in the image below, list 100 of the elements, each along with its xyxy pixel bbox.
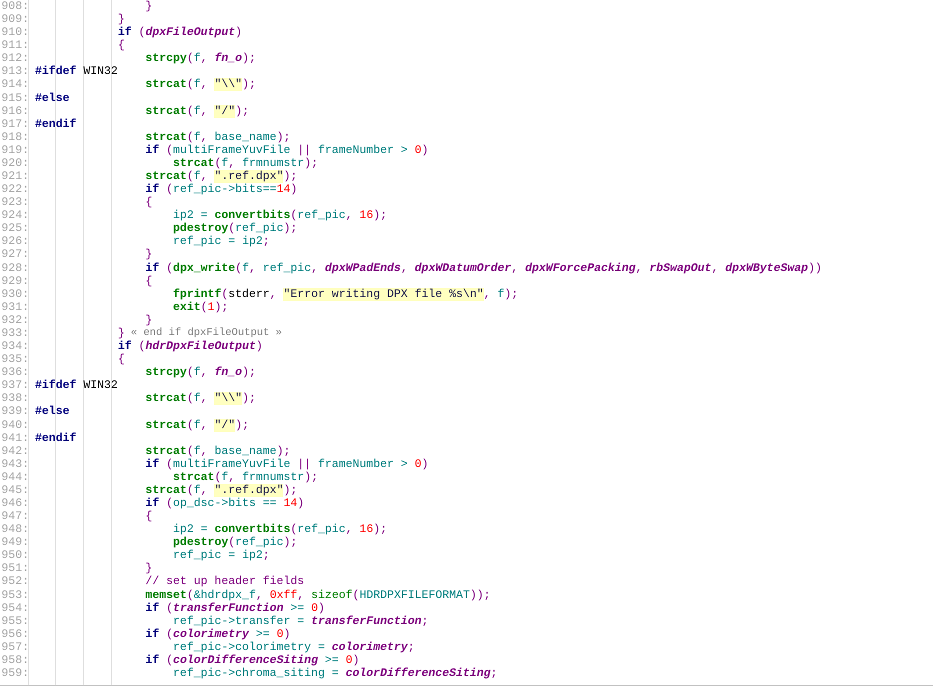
line-number: 938: bbox=[0, 392, 29, 406]
line-number: 912: bbox=[0, 52, 29, 66]
line-number: 922: bbox=[0, 183, 29, 196]
line-number: 919: bbox=[0, 144, 29, 157]
code-line: { bbox=[118, 353, 125, 366]
code-line: if (dpxFileOutput) bbox=[118, 26, 242, 40]
code-line: } bbox=[145, 314, 152, 327]
code-line: #else bbox=[35, 405, 70, 418]
line-number: 913: bbox=[0, 65, 29, 78]
code-line: { bbox=[118, 39, 125, 52]
line-number: 931: bbox=[0, 300, 29, 314]
code-line: if (dpx_write(f, ref_pic, dpxWPadEnds, dpxWDatumOrder, dpxWForcePacking, rbSwapOut, dpxWByteSwap)) bbox=[145, 262, 822, 275]
code-line: if (transferFunction >= 0) bbox=[145, 602, 325, 615]
line-number: 923: bbox=[0, 196, 29, 210]
code-line: strcat(f, frmnumstr); bbox=[173, 156, 318, 170]
line-number: 925: bbox=[0, 222, 29, 236]
line-number: 957: bbox=[0, 640, 29, 654]
fold-annotation: « end if dpxFileOutput » bbox=[130, 326, 282, 340]
line-number: 956: bbox=[0, 628, 29, 641]
line-number: 929: bbox=[0, 274, 29, 288]
line-number: 928: bbox=[0, 262, 29, 275]
line-number: 955: bbox=[0, 614, 29, 628]
line-number: 933: bbox=[0, 326, 29, 340]
line-number: 954: bbox=[0, 602, 29, 615]
line-number: 908: bbox=[0, 0, 29, 14]
code-line: ref_pic = ip2; bbox=[173, 549, 270, 562]
line-number: 950: bbox=[0, 549, 29, 562]
code-line: #ifdef WIN32 bbox=[35, 65, 118, 78]
code-line: #else bbox=[35, 92, 70, 105]
code-line: if (op_dsc->bits == 14) bbox=[145, 496, 304, 510]
code-line: ref_pic->colorimetry = colorimetry; bbox=[173, 640, 415, 654]
code-line: if (colorimetry >= 0) bbox=[145, 628, 290, 641]
line-number: 939: bbox=[0, 405, 29, 418]
code-line: } bbox=[145, 562, 152, 576]
code-line: } bbox=[118, 13, 125, 26]
code-line: } bbox=[145, 248, 152, 262]
line-number: 915: bbox=[0, 92, 29, 105]
line-number: 932: bbox=[0, 314, 29, 327]
line-number: 958: bbox=[0, 654, 29, 667]
line-number: 952: bbox=[0, 575, 29, 589]
code-line: // set up header fields bbox=[145, 575, 304, 589]
code-line: ref_pic = ip2; bbox=[173, 235, 270, 248]
line-number: 937: bbox=[0, 379, 29, 392]
code-line: strcat(f, "/"); bbox=[145, 104, 249, 118]
line-number: 942: bbox=[0, 444, 29, 458]
code-line: pdestroy(ref_pic); bbox=[173, 536, 298, 550]
code-line: #endif bbox=[35, 432, 76, 445]
line-number: 935: bbox=[0, 353, 29, 366]
code-line: strcat(f, "/"); bbox=[145, 418, 249, 432]
code-line: if (multiFrameYuvFile || frameNumber > 0) bbox=[145, 458, 428, 471]
code-line: strcat(f, ".ref.dpx"); bbox=[145, 170, 298, 184]
line-number: 924: bbox=[0, 209, 29, 222]
code-line: { bbox=[145, 274, 152, 288]
line-number: 914: bbox=[0, 78, 29, 92]
code-line: strcat(f, "\\"); bbox=[145, 392, 256, 406]
code-line: fprintf(stderr, "Error writing DPX file %s\n", f); bbox=[173, 288, 518, 301]
line-number: 920: bbox=[0, 156, 29, 170]
code-line: if (colorDifferenceSiting >= 0) bbox=[145, 654, 360, 667]
code-line: if (ref_pic->bits==14) bbox=[145, 183, 298, 196]
line-number: 917: bbox=[0, 118, 29, 131]
code-line: strcat(f, "\\"); bbox=[145, 78, 256, 92]
code-line: { bbox=[145, 196, 152, 210]
line-number: 946: bbox=[0, 496, 29, 510]
code-line: pdestroy(ref_pic); bbox=[173, 222, 298, 236]
line-number: 926: bbox=[0, 235, 29, 248]
code-line: if (hdrDpxFileOutput) bbox=[118, 340, 263, 354]
code-line: strcpy(f, fn_o); bbox=[145, 366, 256, 380]
line-number: 910: bbox=[0, 26, 29, 40]
code-line: strcat(f, base_name); bbox=[145, 130, 290, 144]
line-number: 941: bbox=[0, 432, 29, 445]
line-number: 918: bbox=[0, 130, 29, 144]
code-line: strcat(f, frmnumstr); bbox=[173, 470, 318, 484]
line-number: 940: bbox=[0, 418, 29, 432]
code-line: strcat(f, ".ref.dpx"); bbox=[145, 484, 298, 497]
code-line: ip2 = convertbits(ref_pic, 16); bbox=[173, 523, 388, 536]
line-number: 947: bbox=[0, 510, 29, 524]
line-number: 909: bbox=[0, 13, 29, 26]
line-number: 921: bbox=[0, 170, 29, 184]
line-number: 951: bbox=[0, 562, 29, 576]
line-number: 916: bbox=[0, 104, 29, 118]
code-line: } bbox=[118, 326, 125, 340]
line-number: 936: bbox=[0, 366, 29, 380]
line-number: 949: bbox=[0, 536, 29, 550]
code-line: if (multiFrameYuvFile || frameNumber > 0) bbox=[145, 144, 428, 157]
line-number: 948: bbox=[0, 523, 29, 536]
code-line: strcpy(f, fn_o); bbox=[145, 52, 256, 66]
line-number: 945: bbox=[0, 484, 29, 497]
line-number: 930: bbox=[0, 288, 29, 301]
code-line: } bbox=[145, 0, 152, 14]
code-line: memset(&hdrdpx_f, 0xff, sizeof(HDRDPXFILEFORMAT)); bbox=[145, 588, 491, 602]
line-number: 911: bbox=[0, 39, 29, 52]
code-line: ip2 = convertbits(ref_pic, 16); bbox=[173, 209, 388, 222]
code-line: #ifdef WIN32 bbox=[35, 379, 118, 392]
code-line: strcat(f, base_name); bbox=[145, 444, 290, 458]
code-line: #endif bbox=[35, 118, 76, 131]
line-number: 944: bbox=[0, 470, 29, 484]
line-number: 934: bbox=[0, 340, 29, 354]
code-line: ref_pic->chroma_siting = colorDifferenceSiting; bbox=[173, 666, 498, 680]
line-number: 943: bbox=[0, 458, 29, 471]
line-number: 927: bbox=[0, 248, 29, 262]
